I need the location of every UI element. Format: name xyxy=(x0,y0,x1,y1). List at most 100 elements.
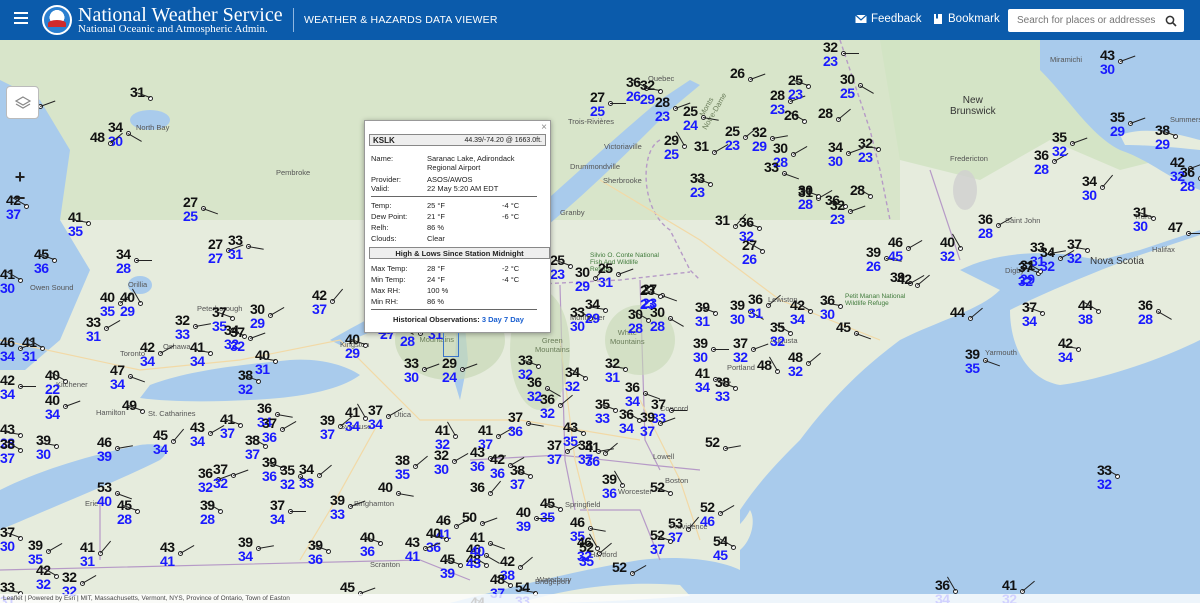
station-plot[interactable]: 39 36 xyxy=(308,538,348,572)
map-view[interactable]: North Bay Pembroke Orillia Owen Sound Peterb… xyxy=(0,40,1200,603)
station-plot[interactable]: 27 26 xyxy=(742,238,782,272)
station-plot[interactable]: 32 23 xyxy=(858,136,898,170)
station-plot[interactable]: 37 32 xyxy=(213,462,253,496)
station-plot[interactable]: 42 xyxy=(897,272,937,306)
hist-3day-link[interactable]: 3 Day xyxy=(482,315,502,324)
station-plot[interactable]: 3331 xyxy=(86,315,126,349)
station-plot[interactable]: 45 xyxy=(836,320,876,354)
station-plot[interactable]: 25 23 xyxy=(550,253,590,287)
station-plot[interactable]: 38 29 xyxy=(1155,123,1195,157)
station-plot[interactable]: 37 34 xyxy=(270,498,310,532)
station-plot[interactable]: 44 38 xyxy=(1078,298,1118,332)
station-plot[interactable]: 3331 xyxy=(228,233,268,267)
station-plot[interactable]: 46 32 xyxy=(577,533,617,569)
zoom-out-button[interactable]: − xyxy=(8,188,32,209)
station-plot[interactable]: 38 37 xyxy=(0,437,40,471)
station-plot[interactable]: 52 xyxy=(705,435,745,469)
station-plot[interactable]: 37 36 xyxy=(262,416,302,450)
station-plot[interactable]: 34 29 xyxy=(585,297,625,331)
station-plot[interactable]: 39 28 xyxy=(200,498,240,532)
station-plot[interactable]: 54 45 xyxy=(713,534,753,568)
station-plot[interactable]: 31 xyxy=(694,139,734,173)
station-plot[interactable]: 34 33 xyxy=(299,462,339,496)
search-icon[interactable] xyxy=(1165,15,1177,27)
station-plot[interactable]: 41 31 xyxy=(80,540,120,574)
station-plot[interactable]: 38 35 xyxy=(395,453,435,487)
station-plot[interactable]: 38 32 xyxy=(238,368,278,402)
station-plot[interactable]: 26 xyxy=(784,108,824,142)
station-plot[interactable]: 39 31 xyxy=(695,300,735,334)
station-plot[interactable]: 32 23 xyxy=(823,40,863,74)
station-plot[interactable]: 30 25 xyxy=(840,72,880,106)
station-plot[interactable]: 35 32 xyxy=(1052,130,1092,164)
layers-button[interactable] xyxy=(6,86,39,119)
bookmark-button[interactable]: Bookmark xyxy=(932,13,1000,25)
station-plot[interactable]: 43 41 xyxy=(405,535,445,569)
station-plot[interactable]: 42 34 xyxy=(0,373,40,407)
station-plot[interactable]: 33 30 xyxy=(404,356,444,390)
station-plot[interactable]: 3730 xyxy=(0,525,40,559)
station-plot[interactable]: 28 xyxy=(818,106,858,140)
station-plot[interactable]: 41 40 xyxy=(470,530,510,564)
search-input[interactable] xyxy=(1017,15,1162,26)
station-plot[interactable]: 36 28 xyxy=(1138,298,1178,332)
station-plot[interactable]: 34 30 xyxy=(1082,174,1122,208)
station-plot[interactable]: 39 33 xyxy=(330,493,370,527)
station-plot[interactable]: 36 28 xyxy=(978,212,1018,246)
station-plot[interactable]: 43 41 xyxy=(160,540,200,574)
station-plot[interactable]: 36 28 xyxy=(1180,165,1200,199)
station-plot[interactable]: 26 xyxy=(730,66,770,100)
zoom-in-button[interactable]: + xyxy=(8,167,32,188)
station-plot[interactable]: 39 37 xyxy=(640,410,680,444)
station-plot[interactable]: 23 23 xyxy=(640,283,680,317)
station-plot[interactable]: 47 xyxy=(1168,220,1200,254)
station-plot[interactable]: 32 30 xyxy=(434,448,474,482)
station-plot[interactable]: 31 xyxy=(130,85,170,119)
station-plot[interactable]: 29 24 xyxy=(442,356,482,390)
site-title[interactable]: National Weather Service xyxy=(78,5,283,25)
station-plot[interactable]: 28 xyxy=(850,183,890,217)
station-plot[interactable]: 37 36 xyxy=(508,410,548,444)
station-plot[interactable]: 40 39 xyxy=(516,505,556,539)
station-plot[interactable]: 3130 xyxy=(1133,205,1173,239)
station-plot[interactable]: 2725 xyxy=(183,195,223,229)
station-plot[interactable]: 39 34 xyxy=(238,535,278,569)
station-plot[interactable]: 46 34 xyxy=(0,335,40,369)
station-plot[interactable]: 44 xyxy=(950,305,990,339)
station-plot[interactable]: 35 29 xyxy=(1110,110,1150,144)
station-plot[interactable]: 40 29 xyxy=(120,288,160,324)
station-plot[interactable]: 40 34 xyxy=(45,393,85,427)
feedback-button[interactable]: Feedback xyxy=(855,13,922,25)
search-box[interactable] xyxy=(1008,9,1184,32)
station-plot[interactable]: 33 23 xyxy=(690,171,730,205)
station-plot[interactable]: 41 34 xyxy=(695,366,735,400)
menu-icon[interactable] xyxy=(14,12,28,26)
station-plot[interactable]: 39 30 xyxy=(36,433,76,467)
station-plot[interactable]: 39 35 xyxy=(965,347,1005,381)
station-plot[interactable]: 41 35 xyxy=(68,210,108,244)
station-plot[interactable]: 34 28 xyxy=(116,247,156,281)
station-plot[interactable]: 45 28 xyxy=(117,498,157,532)
station-plot[interactable]: 25 31 xyxy=(598,261,638,295)
station-plot[interactable]: 37 32 xyxy=(1067,237,1107,271)
station-plot[interactable]: 37 34 xyxy=(368,403,408,437)
station-plot[interactable]: 48 xyxy=(90,130,130,164)
station-plot[interactable]: 47 34 xyxy=(110,363,150,397)
station-plot[interactable]: 39 36 xyxy=(602,470,642,506)
station-plot[interactable]: 37 34 xyxy=(1022,300,1062,334)
station-plot[interactable]: 30 28 xyxy=(798,183,838,217)
station-plot[interactable]: 32 29 xyxy=(640,78,680,112)
station-plot[interactable]: 52 xyxy=(650,480,690,514)
station-plot[interactable]: 45 34 xyxy=(153,428,193,462)
station-plot[interactable]: 46 39 xyxy=(97,435,137,469)
station-plot[interactable]: 43 30 xyxy=(1100,48,1140,82)
station-plot[interactable]: 48 xyxy=(757,356,797,392)
station-plot[interactable]: 46 45 xyxy=(888,235,928,269)
station-plot[interactable]: 40 32 xyxy=(940,233,980,269)
station-plot[interactable]: 45 36 xyxy=(34,247,74,281)
station-plot[interactable]: 41 30 xyxy=(0,267,40,301)
station-plot[interactable]: 33 32 xyxy=(1097,463,1137,497)
hist-7day-link[interactable]: 7 Day xyxy=(504,315,524,324)
station-plot[interactable]: 34 32 xyxy=(565,365,605,399)
station-plot[interactable]: 41 34 xyxy=(190,340,230,374)
